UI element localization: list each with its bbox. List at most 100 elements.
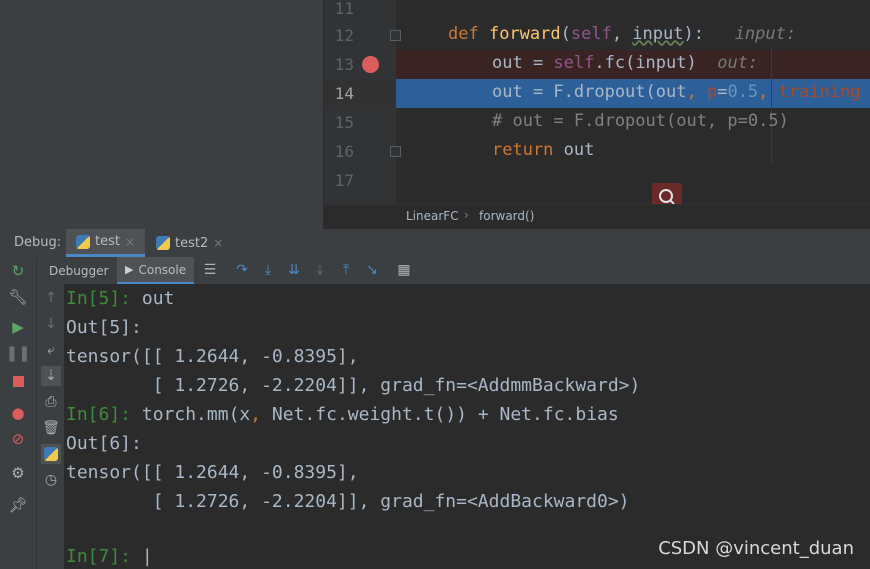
step-over-icon[interactable]: ↷ xyxy=(233,261,251,279)
arrow-down-icon[interactable]: ↓ xyxy=(41,314,61,334)
console-line: In[6]: torch.mm(x, Net.fc.weight.t()) + … xyxy=(66,404,619,425)
wrench-icon[interactable]: 🔧︎ xyxy=(8,287,28,307)
self-keyword: self xyxy=(553,53,595,73)
breadcrumb-separator: › xyxy=(464,208,469,222)
mute-breakpoints-icon[interactable]: ⊘ xyxy=(8,429,28,449)
close-icon[interactable]: × xyxy=(213,236,223,250)
inline-debug-hint: input: xyxy=(734,24,797,44)
debug-tab-test2[interactable]: test2 × xyxy=(148,229,231,257)
kwarg-name: p xyxy=(706,82,718,102)
keyword-def: def xyxy=(448,24,489,44)
close-icon[interactable]: × xyxy=(125,235,135,249)
run-to-cursor-icon[interactable]: ↘ xyxy=(363,261,381,279)
console-line: [ 1.2726, -2.2204]], grad_fn=<AddBackwar… xyxy=(66,491,630,512)
console-prompt: In[7]: xyxy=(66,546,132,567)
text-cursor: | xyxy=(131,546,153,567)
tab-console[interactable]: ▶ Console xyxy=(117,257,195,284)
function-name: forward xyxy=(488,24,561,44)
search-everywhere-button[interactable] xyxy=(652,183,682,204)
console-prompt: In[6]: xyxy=(66,404,132,425)
console-prompt: In[5]: xyxy=(66,288,132,309)
kwarg-name: training xyxy=(778,82,861,102)
code-editor[interactable]: 11 12 13 14 15 16 17 def forward(self, i… xyxy=(324,0,870,204)
tab-label: Console xyxy=(138,262,187,277)
pause-icon[interactable]: ❚❚ xyxy=(5,343,30,363)
debug-tab-test[interactable]: test × xyxy=(66,229,146,257)
step-into-my-code-icon[interactable]: ⇊ xyxy=(285,261,303,279)
return-value: out xyxy=(563,140,595,160)
breadcrumb: LinearFC › forward() xyxy=(324,204,870,230)
step-out-icon[interactable]: ⤒ xyxy=(337,261,355,279)
soft-wrap-icon[interactable]: ⤶ xyxy=(41,340,61,360)
console-output[interactable]: In[5]: out Out[5]: tensor([[ 1.2644, -0.… xyxy=(64,284,870,569)
assignment: out = xyxy=(492,53,554,73)
step-into-icon[interactable]: ⤓ xyxy=(259,261,277,279)
line-number: 15 xyxy=(334,113,354,132)
line-number: 14 xyxy=(334,84,354,103)
debug-tool-window-header: Debug: test × test2 × xyxy=(0,229,870,258)
breadcrumb-class[interactable]: LinearFC xyxy=(406,209,459,223)
code-line-13[interactable]: out = self.fc(input) out: xyxy=(492,53,758,73)
equals: = xyxy=(717,82,728,102)
debug-sub-toolbar: Debugger ▶ Console ☰ ↷ ⤓ ⇊ ⤓ ⤒ ↘ ▦ xyxy=(37,257,870,285)
watermark: CSDN @vincent_duan xyxy=(658,538,854,559)
comma: , xyxy=(611,24,633,44)
magnifier-icon xyxy=(659,189,675,204)
breakpoint-icon[interactable] xyxy=(362,56,379,73)
python-console-icon[interactable] xyxy=(41,444,61,464)
keyword-return: return xyxy=(492,140,564,160)
clock-icon[interactable]: ◷ xyxy=(41,470,61,490)
indent-guide xyxy=(771,48,772,164)
console-line: In[5]: out xyxy=(66,288,175,309)
tab-debugger[interactable]: Debugger xyxy=(41,257,116,284)
print-icon[interactable]: ⎙ xyxy=(41,392,61,412)
self-keyword: self xyxy=(570,24,612,44)
python-icon xyxy=(156,236,170,250)
trash-icon[interactable]: 🗑︎ xyxy=(41,418,61,438)
console-line: Out[6]: xyxy=(66,433,142,454)
breadcrumb-method[interactable]: forward() xyxy=(479,209,534,223)
assignment: out = F.dropout(out xyxy=(492,82,687,102)
comma: , xyxy=(686,82,707,102)
console-icon: ▶ xyxy=(125,263,134,276)
comma: , xyxy=(758,82,779,102)
debug-label: Debug: xyxy=(14,235,62,250)
paren-open: ( xyxy=(560,24,571,44)
code-line-15-comment[interactable]: # out = F.dropout(out, p=0.5) xyxy=(492,111,789,131)
resume-icon[interactable]: ▶ xyxy=(8,317,28,337)
param-input: input xyxy=(632,24,684,44)
line-number: 12 xyxy=(334,26,354,45)
stop-icon[interactable] xyxy=(8,371,28,391)
menu-lines-icon[interactable]: ☰ xyxy=(201,261,219,279)
python-icon xyxy=(76,234,90,249)
console-line: Out[5]: xyxy=(66,317,142,338)
debug-left-toolbar: ↻ 🔧︎ ▶ ❚❚ ● ⊘ ⚙ 📌︎ xyxy=(0,257,37,569)
fold-marker-icon[interactable] xyxy=(390,146,401,157)
rerun-icon[interactable]: ↻ xyxy=(8,261,28,281)
tab-label: test xyxy=(95,234,120,249)
line-number: 17 xyxy=(334,171,354,190)
paren-close: ): xyxy=(683,24,704,44)
pin-icon[interactable]: 📌︎ xyxy=(8,495,28,515)
code-line-14[interactable]: out = F.dropout(out, p=0.5, training xyxy=(492,82,861,102)
console-input-line[interactable]: In[7]: | xyxy=(66,546,153,567)
console-line: tensor([[ 1.2644, -0.8395], xyxy=(66,346,359,367)
view-breakpoints-icon[interactable]: ● xyxy=(8,403,28,423)
line-number: 13 xyxy=(334,55,354,74)
number-literal: 0.5 xyxy=(727,82,759,102)
code-line-12[interactable]: def forward(self, input): input: xyxy=(448,24,796,44)
settings-icon[interactable]: ⚙ xyxy=(8,463,28,483)
fold-marker-icon[interactable] xyxy=(390,30,401,41)
scroll-to-end-icon[interactable]: ⇣ xyxy=(41,366,61,386)
call-expression: .fc(input) xyxy=(594,53,697,73)
console-line: tensor([[ 1.2644, -0.8395], xyxy=(66,462,359,483)
evaluate-expression-icon[interactable]: ▦ xyxy=(395,261,413,279)
code-line-16[interactable]: return out xyxy=(492,140,594,160)
arrow-up-icon[interactable]: ↑ xyxy=(41,288,61,308)
tab-label: Debugger xyxy=(49,263,109,278)
line-number: 16 xyxy=(334,142,354,161)
force-step-into-icon[interactable]: ⤓ xyxy=(311,261,329,279)
line-number: 11 xyxy=(334,0,354,18)
project-panel xyxy=(8,0,324,229)
inline-debug-hint: out: xyxy=(717,53,759,73)
